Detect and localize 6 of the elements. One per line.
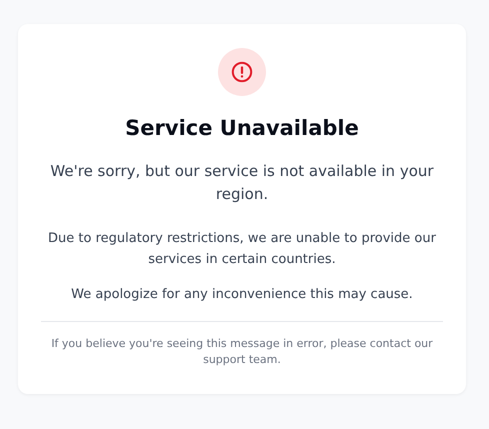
body-text: Due to regulatory restrictions, we are unable to provide our services in certain countries. xyxy=(47,230,437,269)
subtitle-text: We're sorry, but our service is not available in your region. xyxy=(49,161,435,205)
body-text: We apologize for any inconvenience this may cause. xyxy=(71,286,413,304)
alert-icon xyxy=(218,48,266,96)
page-title: Service Unavailable xyxy=(125,115,359,142)
footer-text: If you believe you're seeing this message in error, please contact our support team. xyxy=(50,336,434,368)
